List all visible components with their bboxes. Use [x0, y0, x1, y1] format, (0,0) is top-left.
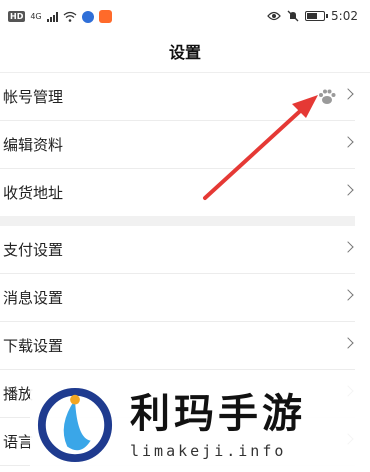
settings-item-label: 帐号管理	[3, 88, 64, 106]
network-type: 4G	[30, 12, 42, 21]
settings-item-payment[interactable]: 支付设置	[0, 226, 355, 274]
chevron-right-icon	[342, 241, 354, 253]
settings-item-account[interactable]: 帐号管理	[0, 73, 355, 121]
watermark-title: 利玛手游	[130, 391, 306, 437]
settings-item-label: 消息设置	[3, 289, 64, 307]
settings-item-label: 收货地址	[3, 184, 64, 202]
settings-item-label: 编辑资料	[3, 136, 64, 154]
settings-item-label: 语言	[3, 433, 34, 451]
battery-icon	[305, 11, 329, 21]
settings-item-label: 支付设置	[3, 241, 64, 259]
page-title: 设置	[0, 34, 370, 73]
settings-item-edit-profile[interactable]: 编辑资料	[0, 121, 355, 169]
chevron-right-icon	[342, 88, 354, 100]
settings-item-download[interactable]: 下载设置	[0, 322, 355, 370]
eye-icon	[267, 11, 281, 21]
status-left: HD 4G	[8, 10, 112, 23]
clock: 5:02	[331, 9, 358, 23]
chevron-right-icon	[342, 337, 354, 349]
watermark-url: limakeji.info	[130, 442, 287, 460]
hd-icon: HD	[8, 11, 26, 22]
mute-icon	[287, 10, 299, 22]
status-right: 5:02	[267, 9, 358, 23]
settings-item-address[interactable]: 收货地址	[0, 169, 355, 217]
section-divider	[0, 216, 355, 226]
settings-item-label: 下载设置	[3, 337, 64, 355]
signal-icon	[46, 11, 58, 22]
paw-icon	[319, 89, 336, 104]
watermark: 利玛手游 limakeji.info	[30, 380, 360, 472]
chevron-right-icon	[342, 289, 354, 301]
watermark-logo	[37, 387, 113, 463]
wifi-icon	[63, 11, 77, 22]
app-icon	[81, 10, 94, 23]
settings-item-message[interactable]: 消息设置	[0, 274, 355, 322]
chevron-right-icon	[342, 184, 354, 196]
app-icon	[98, 10, 112, 23]
chevron-right-icon	[342, 136, 354, 148]
status-bar: HD 4G 5:02	[0, 0, 370, 34]
settings-item-label: 播放	[3, 385, 34, 403]
